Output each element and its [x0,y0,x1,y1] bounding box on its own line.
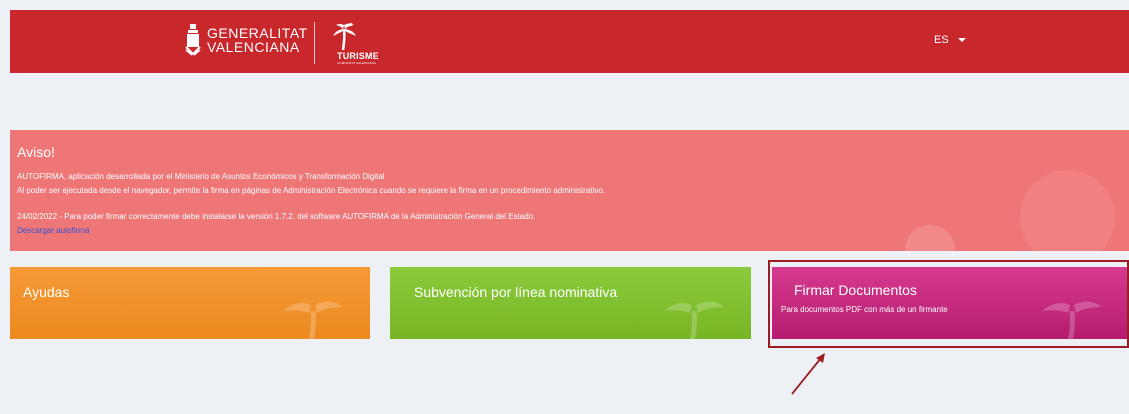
decorative-circle [905,225,955,251]
card-firmar-documentos[interactable]: Firmar Documentos Para documentos PDF co… [772,267,1129,339]
top-header: GENERALITAT VALENCIANA TURISME COMUNITAT… [10,10,1129,73]
download-autofirma-link[interactable]: Descargar autofirma [17,226,89,236]
palm-watermark-icon [1042,301,1102,339]
card-subtitle: Para documentos PDF con más de un firman… [781,305,948,314]
logo-line2: VALENCIANA [207,38,300,55]
palm-tree-icon [333,23,356,51]
decorative-circle [1020,170,1115,251]
notice-line-3: 24/02/2022 - Para poder firmar correctam… [17,212,536,221]
card-ayudas[interactable]: Ayudas [10,267,370,339]
coat-of-arms-icon [185,24,201,56]
language-label: ES [934,34,949,46]
notice-panel: Aviso! AUTOFIRMA, aplicación desarrollad… [10,130,1129,251]
card-subvencion[interactable]: Subvención por línea nominativa [390,267,751,339]
card-title: Subvención por línea nominativa [414,284,618,300]
turisme-subtitle: COMUNITAT VALENCIANA [337,61,376,65]
language-selector[interactable]: ES [934,34,966,46]
annotation-arrow-icon [791,353,825,395]
logo-divider [314,22,315,64]
generalitat-logo[interactable]: GENERALITAT VALENCIANA [184,23,308,56]
card-title: Firmar Documentos [794,282,917,298]
palm-watermark-icon [664,301,724,339]
notice-title: Aviso! [17,144,55,160]
turisme-label: TURISME [337,51,379,61]
card-title: Ayudas [23,284,70,300]
logo-line1: GENERALITAT [207,24,308,41]
notice-line-1: AUTOFIRMA, aplicación desarrollada por e… [17,172,385,181]
notice-line-2: Al poder ser ejecutada desde el navegado… [17,186,605,195]
palm-watermark-icon [283,301,343,339]
turisme-logo[interactable]: TURISME COMUNITAT VALENCIANA [328,22,379,66]
caret-down-icon [957,38,966,42]
